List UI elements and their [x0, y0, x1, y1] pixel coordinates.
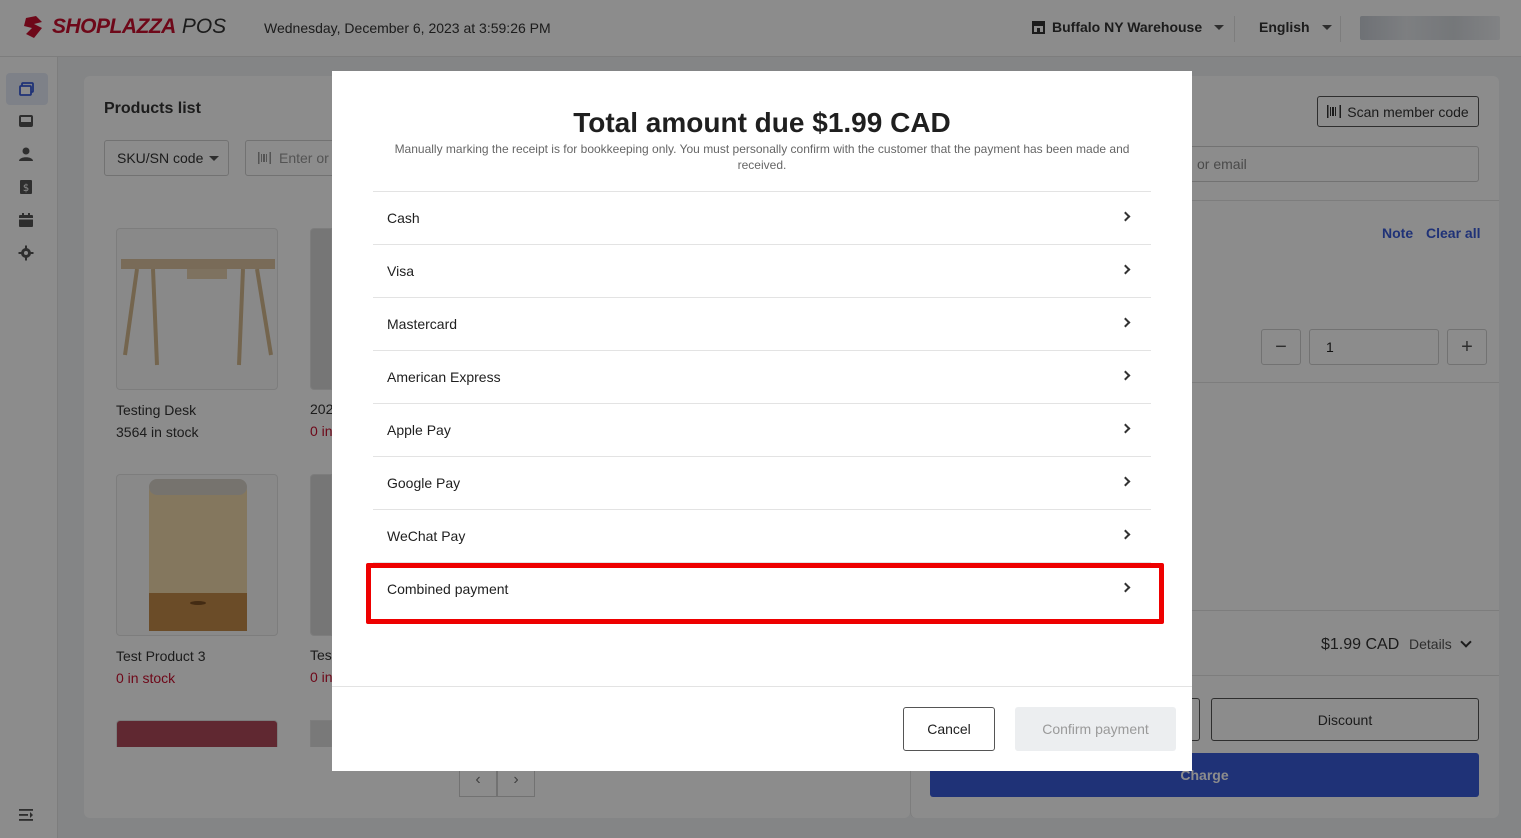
chevron-right-icon	[1120, 264, 1131, 275]
payment-method-label: American Express	[387, 369, 501, 385]
confirm-label: Confirm payment	[1042, 721, 1149, 737]
payment-method-visa[interactable]: Visa	[373, 244, 1151, 297]
chevron-right-icon	[1120, 211, 1131, 222]
payment-method-apple-pay[interactable]: Apple Pay	[373, 403, 1151, 456]
cancel-button[interactable]: Cancel	[903, 707, 995, 751]
payment-method-label: Google Pay	[387, 475, 461, 491]
confirm-payment-button[interactable]: Confirm payment	[1015, 707, 1176, 751]
payment-method-label: Mastercard	[387, 316, 458, 332]
payment-method-label: Apple Pay	[387, 422, 451, 438]
payment-method-google-pay[interactable]: Google Pay	[373, 456, 1151, 509]
chevron-right-icon	[1120, 529, 1131, 540]
payment-method-label: Cash	[387, 210, 420, 226]
payment-method-amex[interactable]: American Express	[373, 350, 1151, 403]
chevron-right-icon	[1120, 582, 1131, 593]
divider	[332, 686, 1192, 687]
chevron-right-icon	[1120, 476, 1131, 487]
payment-method-label: WeChat Pay	[387, 528, 466, 544]
chevron-right-icon	[1120, 370, 1131, 381]
cancel-label: Cancel	[927, 721, 971, 737]
payment-methods-list: Cash Visa Mastercard American Express Ap…	[373, 191, 1151, 615]
payment-modal: Total amount due $1.99 CAD Manually mark…	[332, 71, 1192, 771]
modal-subtitle: Manually marking the receipt is for book…	[394, 142, 1130, 172]
payment-method-mastercard[interactable]: Mastercard	[373, 297, 1151, 350]
payment-method-wechat-pay[interactable]: WeChat Pay	[373, 509, 1151, 562]
payment-method-combined[interactable]: Combined payment	[373, 562, 1151, 615]
modal-title: Total amount due $1.99 CAD	[573, 107, 951, 138]
chevron-right-icon	[1120, 317, 1131, 328]
payment-method-label: Visa	[387, 263, 414, 279]
chevron-right-icon	[1120, 423, 1131, 434]
payment-method-label: Combined payment	[387, 581, 509, 597]
payment-method-cash[interactable]: Cash	[373, 191, 1151, 244]
